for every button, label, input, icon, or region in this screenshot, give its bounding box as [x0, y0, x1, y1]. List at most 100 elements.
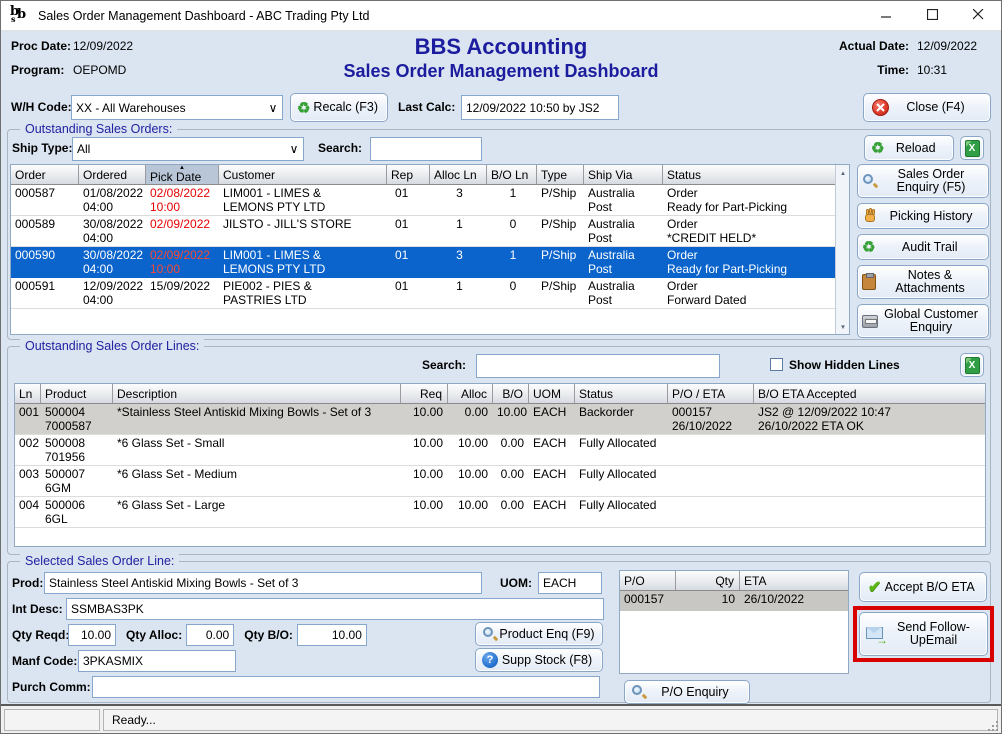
- orders-search-label: Search:: [318, 141, 362, 155]
- line-row-002[interactable]: 002 500008701956 *6 Glass Set - Small 10…: [15, 435, 985, 466]
- po-enquiry-button[interactable]: P/O Enquiry: [624, 680, 750, 704]
- register-icon: [862, 315, 878, 328]
- col-req[interactable]: Req: [401, 384, 448, 403]
- lines-table: Ln Product Description Req Alloc B/O UOM…: [14, 383, 986, 547]
- close-window-button[interactable]: [955, 1, 1001, 30]
- outstanding-sales-orders-section: Outstanding Sales Orders: Ship Type: All…: [7, 129, 991, 340]
- col-qty[interactable]: Qty: [676, 571, 740, 590]
- titlebar: bbs Sales Order Management Dashboard - A…: [1, 1, 1001, 31]
- actual-date-label: Actual Date:: [839, 39, 917, 53]
- line-row-003[interactable]: 003 5000076GM *6 Glass Set - Medium 10.0…: [15, 466, 985, 497]
- order-row-000591[interactable]: 000591 12/09/202204:00 15/09/2022 PIE002…: [11, 278, 835, 309]
- order-row-000587[interactable]: 000587 01/08/202204:00 02/08/202210:00 L…: [11, 185, 835, 216]
- hand-icon: [862, 208, 878, 224]
- orders-table-header: Order Ordered ▲Pick Date Customer Rep Al…: [11, 165, 849, 185]
- resize-grip[interactable]: [988, 721, 998, 731]
- po-row-000157[interactable]: 000157 10 26/10/2022: [620, 591, 848, 611]
- col-bo-ln[interactable]: B/O Ln: [487, 165, 537, 184]
- col-ordered[interactable]: Ordered: [79, 165, 146, 184]
- col-customer[interactable]: Customer: [219, 165, 387, 184]
- col-bo[interactable]: B/O: [493, 384, 529, 403]
- accept-bo-eta-button[interactable]: ✔ Accept B/O ETA: [859, 572, 987, 602]
- orders-excel-export-button[interactable]: X: [960, 136, 984, 160]
- recalc-button[interactable]: ♻ Recalc (F3): [290, 93, 388, 122]
- close-f4-button[interactable]: Close (F4): [863, 93, 991, 122]
- purch-comm-field[interactable]: [92, 676, 600, 698]
- qty-alloc-field[interactable]: 0.00: [186, 624, 234, 646]
- chevron-down-icon: ∨: [285, 142, 303, 156]
- show-hidden-lines-label: Show Hidden Lines: [789, 358, 900, 372]
- minimize-button[interactable]: [863, 1, 909, 30]
- line-row-001-selected[interactable]: 001 5000047000587 *Stainless Steel Antis…: [15, 404, 985, 435]
- order-row-000590-selected[interactable]: 000590 30/08/202204:00 02/09/202210:00 L…: [11, 247, 835, 278]
- col-type[interactable]: Type: [537, 165, 584, 184]
- maximize-icon: [927, 9, 938, 23]
- sales-order-enquiry-button[interactable]: Sales Order Enquiry (F5): [857, 164, 989, 198]
- orders-table-scrollbar[interactable]: ▲ ▼: [835, 165, 849, 334]
- col-ship-via[interactable]: Ship Via: [584, 165, 663, 184]
- qty-alloc-label: Qty Alloc:: [126, 628, 182, 642]
- col-rep[interactable]: Rep: [387, 165, 430, 184]
- wh-code-select[interactable]: XX - All Warehouses ∨: [71, 95, 283, 120]
- scroll-up-icon[interactable]: ▲: [838, 167, 848, 178]
- orders-table: Order Ordered ▲Pick Date Customer Rep Al…: [10, 164, 850, 335]
- manf-code-field[interactable]: 3PKASMIX: [78, 650, 236, 672]
- col-ln[interactable]: Ln: [15, 384, 41, 403]
- col-status[interactable]: Status: [663, 165, 835, 184]
- show-hidden-lines-checkbox[interactable]: [770, 358, 783, 371]
- col-order[interactable]: Order: [11, 165, 79, 184]
- qty-bo-field[interactable]: 10.00: [297, 624, 367, 646]
- scroll-down-icon[interactable]: ▼: [838, 321, 848, 332]
- supp-stock-button[interactable]: ? Supp Stock (F8): [475, 648, 603, 672]
- qty-reqd-field[interactable]: 10.00: [68, 624, 116, 646]
- audit-trail-button[interactable]: ♻ Audit Trail: [857, 234, 989, 260]
- recycle-icon: ♻: [862, 238, 875, 256]
- order-row-000589[interactable]: 000589 30/08/202204:00 02/09/2022 JILSTO…: [11, 216, 835, 247]
- col-pick-date[interactable]: ▲Pick Date: [146, 165, 219, 184]
- lines-table-empty-area: [15, 528, 985, 546]
- global-customer-enquiry-button[interactable]: Global Customer Enquiry: [857, 304, 989, 338]
- last-calc-label: Last Calc:: [398, 100, 455, 114]
- status-left-panel: [4, 709, 100, 731]
- int-desc-field[interactable]: SSMBAS3PK: [66, 598, 604, 620]
- col-alloc-ln[interactable]: Alloc Ln: [430, 165, 487, 184]
- reload-button[interactable]: ♻ Reload: [864, 135, 954, 161]
- qty-bo-label: Qty B/O:: [244, 628, 293, 642]
- close-icon: [973, 9, 984, 23]
- product-enq-button[interactable]: Product Enq (F9): [475, 622, 603, 646]
- col-description[interactable]: Description: [113, 384, 401, 403]
- excel-icon: X: [965, 357, 980, 374]
- status-message: Ready...: [103, 709, 998, 731]
- uom-field[interactable]: EACH: [538, 572, 602, 594]
- maximize-button[interactable]: [909, 1, 955, 30]
- po-table-empty-area: [620, 611, 848, 673]
- notes-attachments-button[interactable]: Notes & Attachments: [857, 265, 989, 299]
- col-line-status[interactable]: Status: [575, 384, 668, 403]
- send-follow-up-email-button[interactable]: → Send Follow-UpEmail: [859, 612, 988, 656]
- magnifier-icon: [862, 173, 878, 189]
- wh-code-label: W/H Code:: [11, 100, 72, 114]
- outstanding-sales-order-lines-section: Outstanding Sales Order Lines: Search: S…: [7, 346, 991, 555]
- window-title: Sales Order Management Dashboard - ABC T…: [38, 9, 369, 23]
- time-label: Time:: [839, 63, 917, 77]
- col-eta[interactable]: ETA: [740, 571, 848, 590]
- clipboard-icon: [862, 274, 876, 290]
- picking-history-button[interactable]: Picking History: [857, 203, 989, 229]
- col-alloc[interactable]: Alloc: [448, 384, 493, 403]
- prod-field[interactable]: Stainless Steel Antiskid Mixing Bowls - …: [44, 572, 482, 594]
- uom-label: UOM:: [500, 576, 532, 590]
- lines-excel-export-button[interactable]: X: [960, 353, 984, 377]
- ship-type-select[interactable]: All ∨: [72, 137, 304, 161]
- ship-type-value: All: [77, 142, 90, 156]
- col-product[interactable]: Product: [41, 384, 113, 403]
- col-uom[interactable]: UOM: [529, 384, 575, 403]
- col-po[interactable]: P/O: [620, 571, 676, 590]
- help-icon: ?: [482, 652, 498, 668]
- last-calc-value: 12/09/2022 10:50 by JS2: [461, 95, 619, 120]
- manf-code-label: Manf Code:: [12, 654, 78, 668]
- lines-search-input[interactable]: [476, 354, 720, 378]
- orders-search-input[interactable]: [370, 137, 482, 161]
- col-po-eta[interactable]: P/O / ETA: [668, 384, 754, 403]
- col-bo-eta-accepted[interactable]: B/O ETA Accepted: [754, 384, 985, 403]
- line-row-004[interactable]: 004 5000066GL *6 Glass Set - Large 10.00…: [15, 497, 985, 528]
